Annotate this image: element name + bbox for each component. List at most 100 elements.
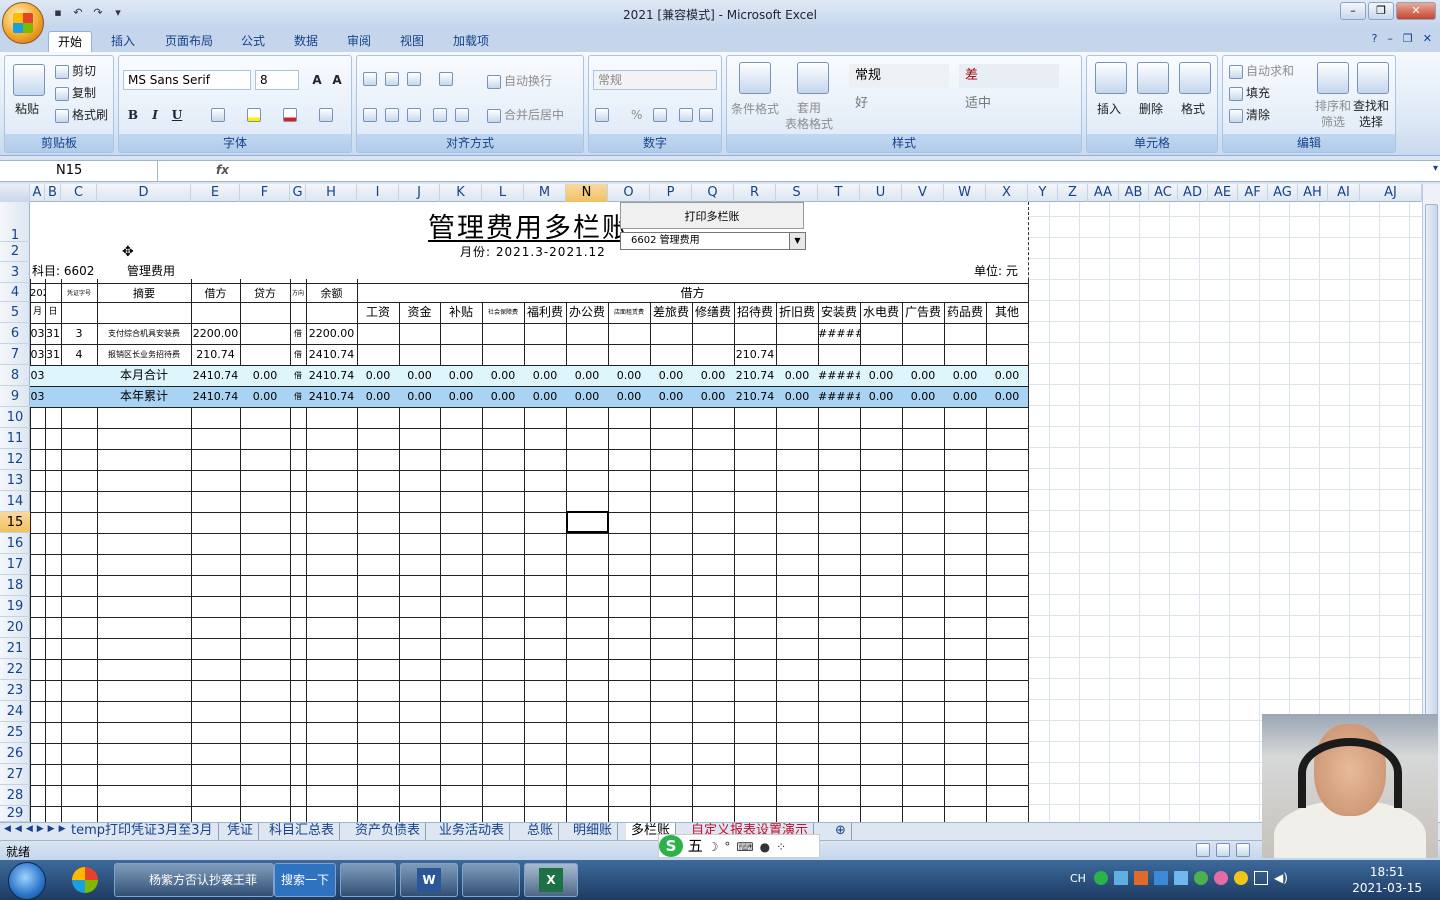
- column-header-z[interactable]: Z: [1058, 184, 1088, 202]
- column-header-h[interactable]: H: [306, 184, 357, 202]
- column-header-aa[interactable]: AA: [1088, 184, 1119, 202]
- insert-cells-icon[interactable]: [1095, 62, 1127, 94]
- row-header-17[interactable]: 17: [0, 554, 30, 575]
- sheet-tab-4[interactable]: 业务活动表: [434, 823, 511, 840]
- style-normal[interactable]: 常规: [849, 64, 949, 88]
- close-button[interactable]: ✕: [1396, 2, 1436, 20]
- column-header-n[interactable]: N: [566, 184, 608, 202]
- italic-button[interactable]: I: [145, 106, 165, 124]
- ribbon-restore-icon[interactable]: ❐: [1403, 32, 1413, 45]
- row-header-16[interactable]: 16: [0, 533, 30, 554]
- insert-cells-button[interactable]: 插入: [1097, 100, 1121, 117]
- tab-formulas[interactable]: 公式: [232, 31, 274, 52]
- row-header-9[interactable]: 9: [0, 386, 30, 407]
- column-header-ae[interactable]: AE: [1208, 184, 1238, 202]
- tray-icon-6[interactable]: [1214, 871, 1228, 885]
- taskbar-browser-window[interactable]: 杨紫方否认抄袭王菲: [114, 863, 274, 897]
- account-select[interactable]: 6602 管理费用 ▼: [620, 232, 806, 250]
- column-header-af[interactable]: AF: [1238, 184, 1268, 202]
- align-left-icon[interactable]: [363, 108, 377, 122]
- column-header-y[interactable]: Y: [1028, 184, 1058, 202]
- find-select-button[interactable]: 查找和 选择: [1353, 98, 1389, 130]
- tray-icon-1[interactable]: [1114, 871, 1128, 885]
- align-top-icon[interactable]: [363, 72, 377, 86]
- app-icon-2[interactable]: [462, 863, 520, 897]
- column-header-ag[interactable]: AG: [1268, 184, 1298, 202]
- sheet-tab-6[interactable]: 明细账: [568, 823, 619, 840]
- row-header-2[interactable]: 2: [0, 242, 30, 262]
- page-break-view-icon[interactable]: [1236, 843, 1250, 857]
- column-header-q[interactable]: Q: [692, 184, 734, 202]
- increase-indent-icon[interactable]: [455, 108, 469, 122]
- column-header-j[interactable]: J: [399, 184, 440, 202]
- fill-color-icon[interactable]: [247, 108, 261, 122]
- tab-scroll-icons[interactable]: ◀◀◀▶▶▶: [4, 824, 70, 834]
- column-header-k[interactable]: K: [440, 184, 482, 202]
- column-header-m[interactable]: M: [524, 184, 566, 202]
- row-header-5[interactable]: 5: [0, 302, 30, 323]
- worksheet-grid[interactable]: 管理费用多栏账 月份: 2021.3-2021.12 科目: 6602 管理费用…: [30, 202, 1422, 822]
- conditional-format-icon[interactable]: [739, 62, 771, 94]
- bold-button[interactable]: B: [123, 106, 143, 124]
- ime-mode[interactable]: 五: [688, 837, 703, 855]
- font-size-combo[interactable]: 8: [255, 70, 299, 90]
- sheet-tab-2[interactable]: 科目汇总表: [264, 823, 341, 840]
- row-header-29[interactable]: 29: [0, 806, 30, 822]
- tab-insert[interactable]: 插入: [102, 31, 144, 52]
- style-bad[interactable]: 差: [959, 64, 1059, 88]
- insert-sheet-icon[interactable]: ⊕: [830, 823, 852, 840]
- language-indicator[interactable]: CH: [1070, 872, 1086, 885]
- delete-cells-icon[interactable]: [1137, 62, 1169, 94]
- copy-button[interactable]: 复制: [55, 84, 96, 101]
- help-icon[interactable]: ?: [1372, 32, 1378, 45]
- paste-button[interactable]: 粘贴: [15, 100, 39, 117]
- underline-button[interactable]: U: [167, 106, 187, 124]
- align-center-icon[interactable]: [385, 108, 399, 122]
- name-box[interactable]: N15: [0, 161, 158, 181]
- fill-button[interactable]: 填充: [1229, 84, 1270, 101]
- column-header-p[interactable]: P: [650, 184, 692, 202]
- column-header-o[interactable]: O: [608, 184, 650, 202]
- tab-view[interactable]: 视图: [391, 31, 433, 52]
- row-header-7[interactable]: 7: [0, 344, 30, 365]
- autosum-button[interactable]: 自动求和: [1229, 62, 1294, 79]
- insert-function-button[interactable]: fx: [216, 163, 229, 177]
- column-header-g[interactable]: G: [290, 184, 306, 202]
- cut-button[interactable]: 剪切: [55, 62, 96, 79]
- column-header-d[interactable]: D: [97, 184, 191, 202]
- row-header-24[interactable]: 24: [0, 701, 30, 722]
- print-multicolumn-button[interactable]: 打印多栏账: [620, 202, 804, 229]
- sheet-tab-0[interactable]: temp打印凭证3月至3月: [66, 823, 219, 840]
- orientation-icon[interactable]: [439, 72, 453, 86]
- row-header-21[interactable]: 21: [0, 638, 30, 659]
- row-header-13[interactable]: 13: [0, 470, 30, 491]
- comma-style-icon[interactable]: [653, 108, 667, 122]
- row-header-4[interactable]: 4: [0, 283, 30, 302]
- ime-tools-icons[interactable]: ☽°⌨●⁘: [708, 840, 793, 854]
- column-header-c[interactable]: C: [61, 184, 97, 202]
- table-format-icon[interactable]: [797, 62, 829, 94]
- explorer-icon[interactable]: [340, 863, 396, 897]
- sheet-tab-3[interactable]: 资产负债表: [350, 823, 427, 840]
- row-header-20[interactable]: 20: [0, 617, 30, 638]
- currency-icon[interactable]: [595, 108, 609, 122]
- tab-data[interactable]: 数据: [285, 31, 327, 52]
- column-header-b[interactable]: B: [45, 184, 61, 202]
- decrease-indent-icon[interactable]: [433, 108, 447, 122]
- select-all-button[interactable]: [0, 184, 30, 202]
- column-header-v[interactable]: V: [902, 184, 944, 202]
- row-header-25[interactable]: 25: [0, 722, 30, 743]
- column-header-ad[interactable]: AD: [1178, 184, 1208, 202]
- grow-font-button[interactable]: A: [307, 71, 327, 89]
- align-middle-icon[interactable]: [385, 72, 399, 86]
- sheet-tab-1[interactable]: 凭证: [222, 823, 260, 840]
- paste-icon[interactable]: [13, 64, 45, 96]
- sort-filter-button[interactable]: 排序和 筛选: [1315, 98, 1351, 130]
- clock[interactable]: 18:51 2021-03-15: [1352, 864, 1422, 896]
- column-header-s[interactable]: S: [776, 184, 818, 202]
- tray-icon-5[interactable]: [1194, 871, 1208, 885]
- tab-page-layout[interactable]: 页面布局: [156, 31, 222, 52]
- column-header-aj[interactable]: AJ: [1360, 184, 1422, 202]
- volume-icon[interactable]: ◀): [1274, 871, 1288, 885]
- decrease-decimal-icon[interactable]: [699, 108, 713, 122]
